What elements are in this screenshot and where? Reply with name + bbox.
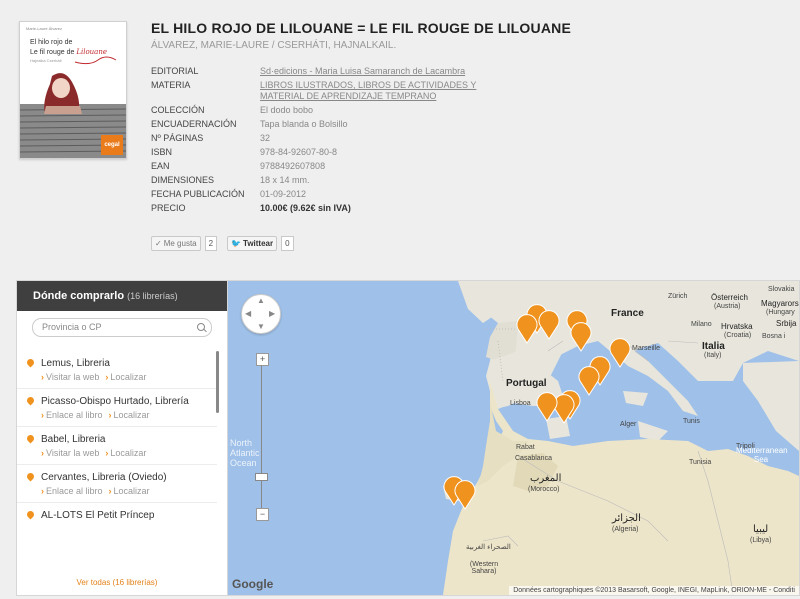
store-list: Lemus, Libreria › Visitar la web › Localiza… bbox=[17, 351, 217, 528]
detail-row-paginas: Nº PÁGINAS 32 bbox=[151, 133, 271, 143]
detail-row-materia: MATERIA LIBROS ILUSTRADOS, LIBROS DE ACT… bbox=[151, 80, 490, 102]
visit-web-link[interactable]: › Visitar la web bbox=[41, 372, 99, 382]
where-to-buy-panel: Dónde comprarlo (16 librerías) Provincia… bbox=[16, 280, 228, 596]
store-name[interactable]: Lemus, Libreria bbox=[41, 357, 217, 370]
pan-left-icon[interactable]: ◀ bbox=[245, 309, 251, 318]
twitter-bird-icon: 🐦 bbox=[231, 239, 242, 248]
store-name[interactable]: Cervantes, Libreria (Oviedo) bbox=[41, 471, 217, 484]
map-attribution[interactable]: Données cartographiques ©2013 Basarsoft,… bbox=[509, 586, 799, 595]
store-marker bbox=[578, 366, 600, 396]
store-marker bbox=[609, 338, 631, 368]
map-pin-icon bbox=[25, 471, 36, 482]
store-name[interactable]: AL-LOTS El Petit Príncep bbox=[41, 509, 217, 522]
stores-map[interactable]: France Portugal Italia (Italy) Österreic… bbox=[227, 280, 800, 596]
detail-row-coleccion: COLECCIÓN El dodo bobo bbox=[151, 105, 314, 115]
detail-row-dimensiones: DIMENSIONES 18 x 14 mm. bbox=[151, 175, 310, 185]
store-marker bbox=[570, 322, 592, 352]
store-marker bbox=[536, 392, 558, 422]
publisher-logo: cegal bbox=[101, 135, 123, 155]
map-pin-icon bbox=[25, 357, 36, 368]
locate-link[interactable]: › Localizar bbox=[105, 448, 146, 458]
book-details-table: EDITORIAL Sd·edicions - Maria Luisa Sama… bbox=[151, 66, 490, 217]
zoom-in-button[interactable]: + bbox=[256, 353, 269, 366]
editorial-link[interactable]: Sd·edicions - Maria Luisa Samaranch de L… bbox=[260, 66, 465, 77]
price: 10.00€ (9.62€ sin IVA) bbox=[260, 203, 351, 213]
map-pin-icon bbox=[25, 433, 36, 444]
locate-link[interactable]: › Localizar bbox=[109, 486, 150, 496]
panel-header: Dónde comprarlo (16 librerías) bbox=[17, 281, 227, 311]
tweet-count: 0 bbox=[281, 236, 294, 251]
detail-row-editorial: EDITORIAL Sd·edicions - Maria Luisa Sama… bbox=[151, 66, 466, 77]
book-detail: Marie-Laure Álvarez El hilo rojo de Le f… bbox=[0, 0, 800, 268]
book-link[interactable]: › Enlace al libro bbox=[41, 410, 103, 420]
social-buttons: ✓ Me gusta 2 🐦 Twittear 0 bbox=[151, 236, 294, 251]
map-pan-control[interactable]: ▲ ▼ ◀ ▶ bbox=[241, 294, 281, 334]
book-title: EL HILO ROJO DE LILOUANE = LE FIL ROUGE … bbox=[151, 20, 571, 36]
detail-row-isbn: ISBN 978-84-92607-80-8 bbox=[151, 147, 338, 157]
visit-web-link[interactable]: › Visitar la web bbox=[41, 448, 99, 458]
map-markers-svg bbox=[443, 304, 631, 510]
book-cover-image[interactable]: Marie-Laure Álvarez El hilo rojo de Le f… bbox=[19, 21, 127, 159]
list-item: Lemus, Libreria › Visitar la web › Localiza… bbox=[17, 351, 217, 389]
list-item: Babel, Libreria › Visitar la web › Localiza… bbox=[17, 427, 217, 465]
list-item: Cervantes, Libreria (Oviedo) › Enlace al … bbox=[17, 465, 217, 503]
locate-link[interactable]: › Localizar bbox=[105, 372, 146, 382]
detail-row-fecha: FECHA PUBLICACIÓN 01-09-2012 bbox=[151, 189, 307, 199]
see-all-stores-link[interactable]: Ver todas (16 librerías) bbox=[17, 578, 217, 587]
book-authors[interactable]: ÁLVAREZ, MARIE-LAURE / CSERHÁTI, HAJNALK… bbox=[151, 40, 396, 51]
list-item: Picasso-Obispo Hurtado, Librería › Enlace… bbox=[17, 389, 217, 427]
store-marker bbox=[538, 310, 560, 340]
list-scrollbar[interactable] bbox=[216, 351, 219, 413]
store-marker bbox=[443, 304, 631, 510]
like-count: 2 bbox=[204, 236, 218, 251]
map-zoom-control: + − bbox=[255, 353, 269, 521]
store-name[interactable]: Babel, Libreria bbox=[41, 433, 217, 446]
thumbs-up-icon: ✓ bbox=[155, 239, 162, 248]
book-link[interactable]: › Enlace al libro bbox=[41, 486, 103, 496]
pan-right-icon[interactable]: ▶ bbox=[269, 309, 275, 318]
zoom-track[interactable] bbox=[261, 365, 262, 510]
detail-row-encuadernacion: ENCUADERNACIÓN Tapa blanda o Bolsillo bbox=[151, 119, 348, 129]
map-pin-icon bbox=[25, 395, 36, 406]
like-button[interactable]: ✓ Me gusta bbox=[151, 236, 201, 251]
store-marker bbox=[553, 394, 575, 424]
detail-row-ean: EAN 9788492607808 bbox=[151, 161, 326, 171]
list-item: AL-LOTS El Petit Príncep bbox=[17, 503, 217, 528]
zoom-out-button[interactable]: − bbox=[256, 508, 269, 521]
detail-row-precio: PRECIO 10.00€ (9.62€ sin IVA) bbox=[151, 203, 351, 213]
locate-link[interactable]: › Localizar bbox=[109, 410, 150, 420]
tweet-button[interactable]: 🐦 Twittear bbox=[227, 236, 278, 251]
store-name[interactable]: Picasso-Obispo Hurtado, Librería bbox=[41, 395, 191, 408]
map-pin-icon bbox=[25, 509, 36, 520]
pan-up-icon[interactable]: ▲ bbox=[257, 296, 265, 305]
location-search-input[interactable]: Provincia o CP bbox=[32, 318, 212, 337]
pan-down-icon[interactable]: ▼ bbox=[257, 322, 265, 331]
search-icon[interactable] bbox=[197, 323, 205, 331]
store-marker bbox=[516, 314, 538, 344]
google-logo[interactable]: Google bbox=[232, 577, 273, 591]
store-marker bbox=[454, 480, 476, 510]
zoom-slider-handle[interactable] bbox=[255, 473, 268, 481]
materia-link[interactable]: LIBROS ILUSTRADOS, LIBROS DE ACTIVIDADES… bbox=[260, 80, 490, 102]
